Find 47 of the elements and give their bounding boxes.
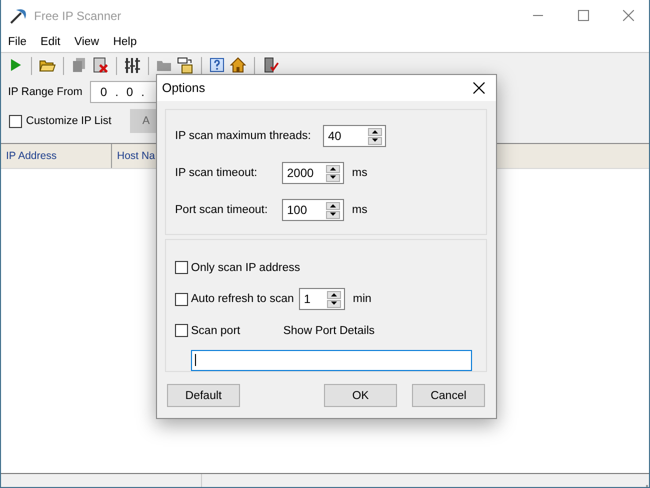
maximize-icon[interactable] — [578, 10, 589, 21]
unit-label: ms — [352, 204, 368, 216]
column-header[interactable]: Host Na — [112, 144, 156, 168]
export-icon[interactable] — [177, 57, 194, 74]
setting-label: IP scan maximum threads: — [175, 130, 311, 142]
menu-item[interactable]: File — [1, 36, 34, 48]
unit-label: ms — [352, 167, 368, 179]
spin-field[interactable]: 1 — [298, 288, 345, 310]
close-icon[interactable] — [473, 82, 485, 94]
checkbox[interactable] — [9, 114, 22, 128]
spin-field[interactable]: 100 — [282, 199, 344, 221]
checkbox-label: Auto refresh to scan — [191, 293, 294, 306]
dialog-button[interactable]: Default — [167, 384, 240, 407]
dialog-button[interactable]: Cancel — [412, 384, 485, 407]
menu-item[interactable]: Edit — [34, 36, 68, 48]
spinner-icon[interactable] — [326, 164, 340, 182]
spin-field[interactable]: 2000 — [282, 162, 344, 184]
checkbox-label: Customize IP List — [26, 115, 112, 127]
column-header[interactable]: IP Address — [1, 144, 112, 168]
checkbox-label: Scan port — [191, 324, 240, 337]
home-icon[interactable] — [230, 57, 247, 74]
spinner-icon[interactable] — [326, 290, 341, 308]
dialog-title: Options — [162, 81, 206, 95]
ip-address-field[interactable]: 0 . 0 . — [90, 81, 156, 103]
port-input-field[interactable] — [191, 350, 472, 372]
setting-label: Port scan timeout: — [175, 204, 269, 216]
spinner-icon[interactable] — [326, 202, 340, 218]
help-icon[interactable] — [209, 57, 226, 74]
checkbox-label: Only scan IP address — [191, 262, 300, 274]
setting-label: IP scan timeout: — [175, 167, 258, 179]
menu-item[interactable]: Help — [106, 36, 144, 48]
checkbox[interactable] — [175, 261, 188, 274]
spin-field[interactable]: 40 — [322, 125, 386, 147]
delete-document-icon[interactable] — [92, 57, 109, 74]
documents-icon[interactable] — [71, 57, 88, 74]
window-title: Free IP Scanner — [34, 8, 122, 22]
checkbox[interactable] — [175, 292, 188, 306]
spinner-icon[interactable] — [368, 128, 382, 144]
dialog-button[interactable]: OK — [324, 384, 397, 407]
field-label: IP Range From — [8, 86, 82, 98]
columns-icon[interactable] — [124, 57, 141, 74]
checkbox[interactable] — [175, 324, 188, 338]
show-details-link[interactable]: Show Port Details — [283, 324, 375, 337]
unit-label: min — [352, 293, 372, 306]
pickaxe-icon — [9, 6, 27, 24]
exit-icon[interactable] — [262, 57, 279, 74]
menu-item[interactable]: View — [67, 36, 106, 48]
